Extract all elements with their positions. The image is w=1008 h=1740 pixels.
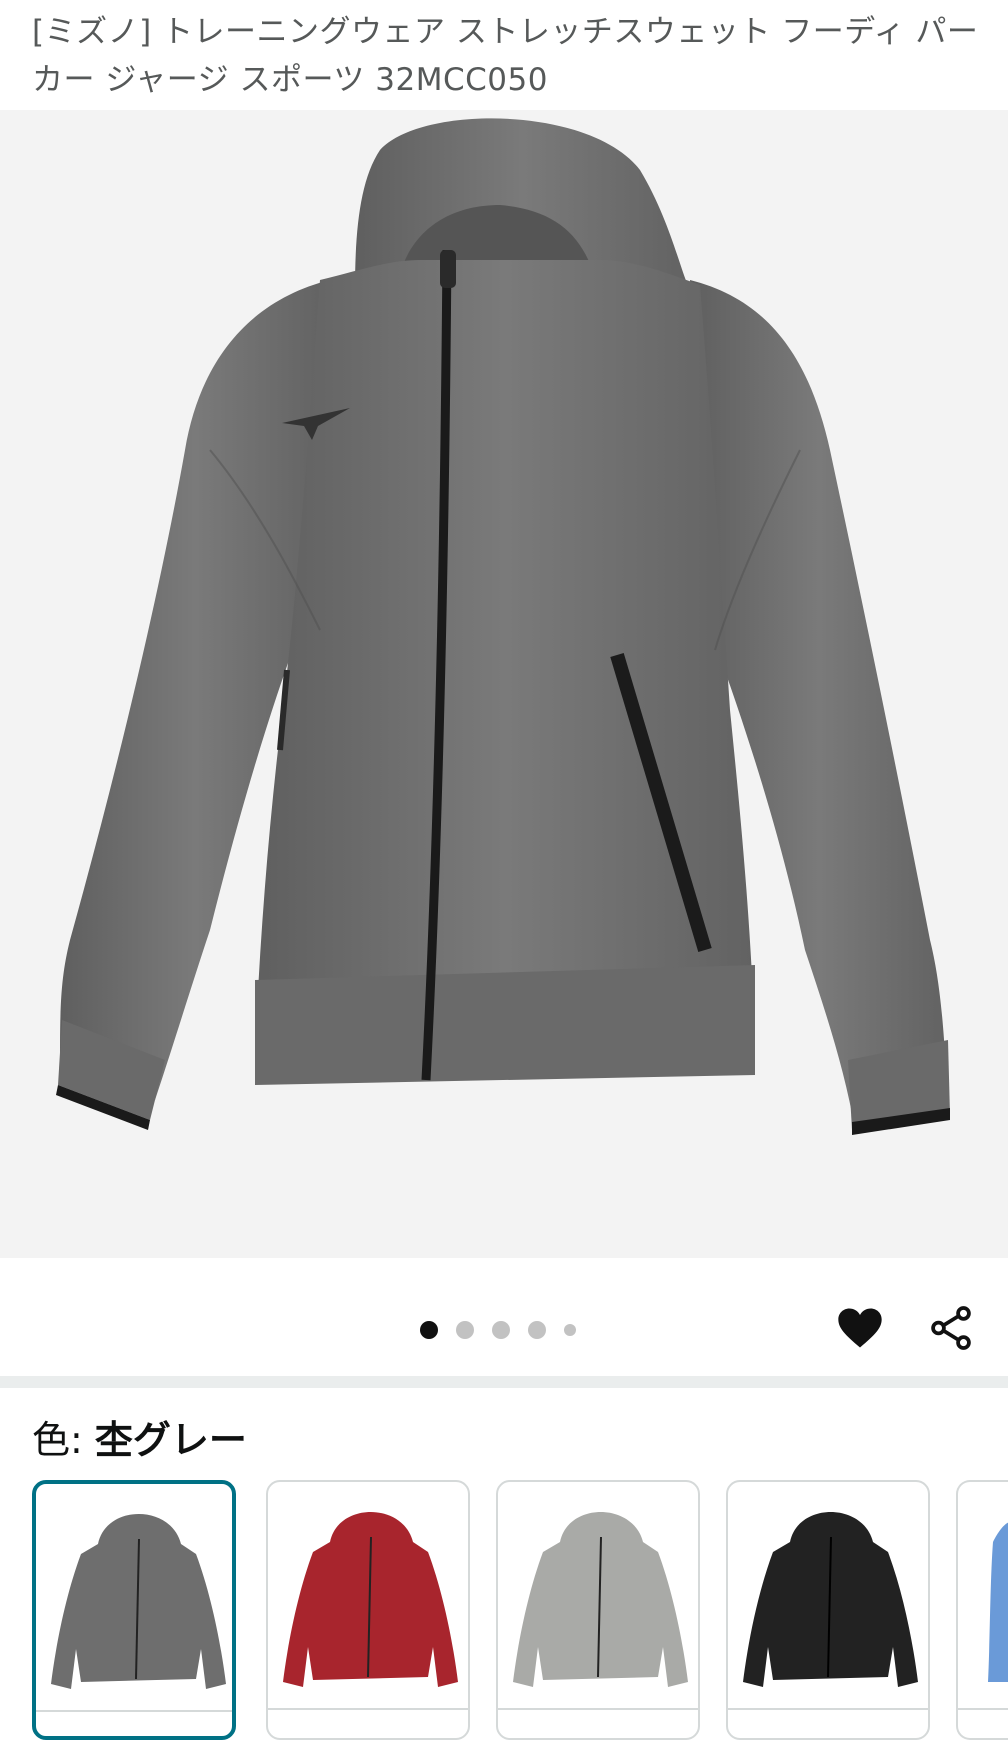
swatch-divider xyxy=(498,1708,698,1710)
gallery-controls xyxy=(0,1258,1008,1376)
pagination-dot[interactable] xyxy=(456,1321,474,1339)
pagination-dot[interactable] xyxy=(492,1321,510,1339)
light-gray-hoodie-thumbnail xyxy=(513,1512,688,1687)
hoodie-product-image xyxy=(56,118,950,1135)
heart-icon[interactable] xyxy=(834,1302,886,1354)
swatch-divider xyxy=(268,1708,468,1710)
swatch-divider xyxy=(728,1708,928,1710)
color-swatch-light-gray[interactable] xyxy=(496,1480,700,1740)
blue-hoodie-thumbnail xyxy=(988,1522,1008,1682)
color-selection-label: 色: 杢グレー xyxy=(32,1412,247,1468)
color-swatch-red[interactable] xyxy=(266,1480,470,1740)
color-swatch-black[interactable] xyxy=(726,1480,930,1740)
pagination-dot[interactable] xyxy=(564,1324,576,1336)
product-title: [ミズノ] トレーニングウェア ストレッチスウェット フーディ パーカー ジャー… xyxy=(32,14,979,98)
share-icon[interactable] xyxy=(926,1302,976,1354)
swatch-divider xyxy=(36,1710,232,1712)
color-swatch-gray[interactable] xyxy=(32,1480,236,1740)
pagination-dot[interactable] xyxy=(420,1321,438,1339)
swatch-divider xyxy=(958,1708,1008,1710)
selected-color-name: 杢グレー xyxy=(94,1418,247,1462)
section-divider xyxy=(0,1376,1008,1388)
red-hoodie-thumbnail xyxy=(283,1512,458,1687)
image-pagination-dots[interactable] xyxy=(420,1320,594,1340)
gray-hoodie-thumbnail xyxy=(51,1514,226,1689)
black-hoodie-thumbnail xyxy=(743,1512,918,1687)
color-label: 色: xyxy=(32,1418,95,1462)
pagination-dot[interactable] xyxy=(528,1321,546,1339)
color-swatch-blue[interactable] xyxy=(956,1480,1008,1740)
product-image-gallery[interactable] xyxy=(0,110,1008,1258)
